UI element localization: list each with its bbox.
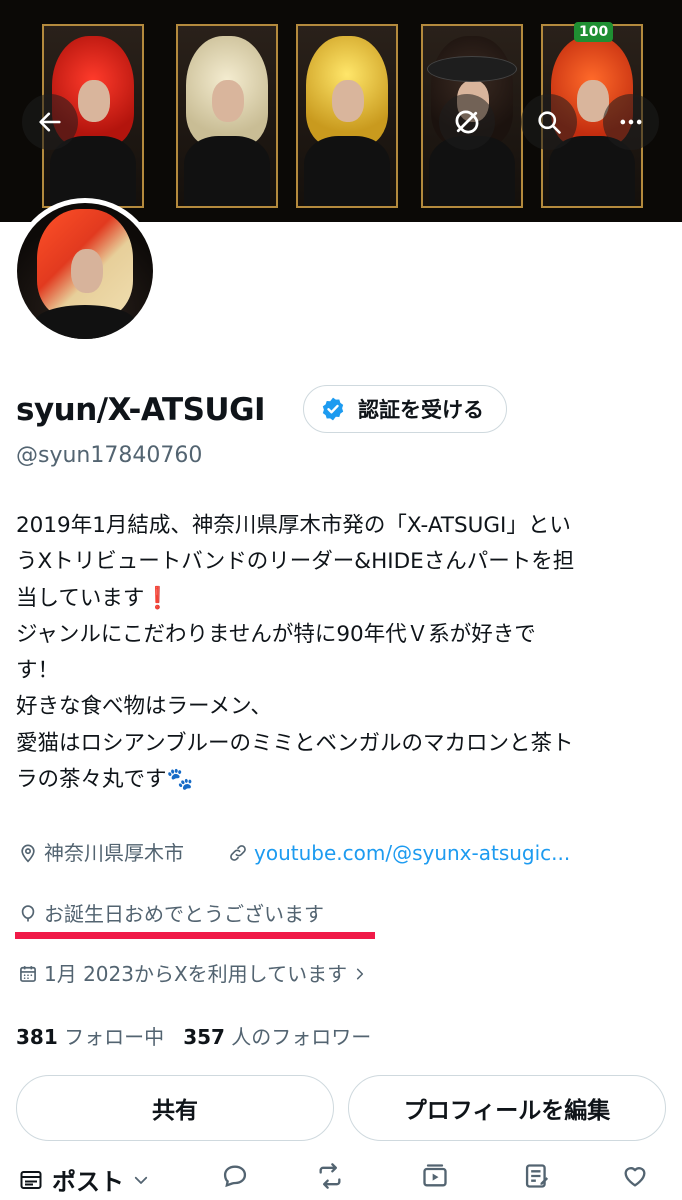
repost-icon: [319, 1163, 341, 1189]
share-button[interactable]: 共有: [16, 1075, 334, 1141]
tab-likes[interactable]: [620, 1162, 650, 1190]
bio-line: す！: [16, 658, 60, 684]
chevron-down-icon: [134, 1176, 148, 1184]
tab-media[interactable]: [420, 1162, 450, 1190]
banner-badge: 100: [574, 22, 614, 42]
location-row: 神奈川県厚木市: [18, 838, 184, 868]
website-row[interactable]: youtube.com/@syunx-atsugic...: [228, 838, 570, 868]
location-pin-icon: [21, 844, 35, 863]
birthday-row: お誕生日おめでとうございます: [18, 899, 324, 929]
bio-line: うXトリビュートバンドのリーダー&HIDEさんパートを担: [16, 549, 575, 575]
search-icon: [538, 111, 561, 134]
following-label: フォロー中: [64, 1025, 165, 1049]
profile-banner[interactable]: 100: [0, 0, 682, 222]
bio-line-with-emoji: ラの茶々丸です🐾: [16, 762, 666, 798]
bio-line: 愛猫はロシアンブルーのミミとベンガルのマカロンと茶ト: [16, 730, 574, 756]
tab-posts[interactable]: ポスト: [18, 1162, 150, 1197]
joined-row[interactable]: 1月 2023からXを利用しています: [18, 959, 367, 989]
media-icon: [423, 1164, 447, 1187]
following-link[interactable]: 381 フォロー中: [16, 1025, 164, 1049]
profile-bio: 2019年1月結成、神奈川県厚木市発の「X-ATSUGI」とい うXトリビュート…: [16, 508, 666, 798]
followers-count: 357: [183, 1025, 225, 1049]
get-verified-button[interactable]: 認証を受ける: [303, 385, 507, 433]
bio-line-with-emoji: 当しています❗: [16, 581, 666, 617]
following-count: 381: [16, 1025, 58, 1049]
banner-photo-2: [176, 24, 278, 208]
website-link[interactable]: youtube.com/@syunx-atsugic...: [254, 838, 570, 868]
verified-badge-icon: [322, 397, 344, 421]
profile-name: syun/X-ATSUGI: [16, 392, 266, 428]
arrow-left-icon: [39, 112, 61, 132]
profile-handle: @syun17840760: [16, 443, 203, 468]
profile-tab-bar: ポスト: [0, 1160, 682, 1200]
followers-link[interactable]: 357 人のフォロワー: [183, 1025, 371, 1049]
banner-photo-3: [296, 24, 398, 208]
location-text: 神奈川県厚木市: [44, 841, 184, 865]
paw-emoji: 🐾: [166, 767, 194, 793]
profile-avatar[interactable]: [12, 198, 158, 344]
heart-icon: [624, 1167, 646, 1187]
bio-line: ラの茶々丸です: [16, 767, 167, 793]
tab-posts-label: ポスト: [52, 1168, 124, 1196]
search-button[interactable]: [521, 94, 577, 150]
joined-text: 1月 2023からXを利用しています: [44, 962, 348, 986]
bio-line: ジャンルにこだわりませんが特に90年代Ｖ系が好きで: [16, 621, 536, 647]
birthday-text: お誕生日おめでとうございます: [44, 902, 324, 926]
more-icon: [620, 119, 642, 125]
follow-counts: 381 フォロー中 357 人のフォロワー: [16, 1022, 371, 1052]
article-icon: [525, 1164, 549, 1188]
edit-profile-button[interactable]: プロフィールを編集: [348, 1075, 666, 1141]
calendar-icon: [20, 966, 36, 982]
tab-articles[interactable]: [522, 1162, 552, 1190]
highlight-underline: [15, 932, 375, 939]
sync-toggle-button[interactable]: [439, 94, 495, 150]
bio-line: 当しています: [16, 585, 145, 611]
link-icon: [230, 845, 246, 861]
followers-label: 人のフォロワー: [231, 1025, 372, 1049]
bio-line: 2019年1月結成、神奈川県厚木市発の「X-ATSUGI」とい: [16, 513, 571, 538]
sync-off-icon: [455, 110, 479, 134]
exclamation-emoji: ❗: [144, 585, 172, 611]
tab-reposts[interactable]: [315, 1162, 345, 1190]
posts-icon: [20, 1170, 42, 1189]
more-button[interactable]: [603, 94, 659, 150]
reply-icon: [223, 1165, 247, 1188]
bio-line: 好きな食べ物はラーメン、: [16, 694, 272, 720]
chevron-right-icon: [357, 968, 364, 980]
balloon-icon: [21, 905, 35, 922]
get-verified-label: 認証を受ける: [358, 398, 484, 422]
tab-replies[interactable]: [220, 1162, 250, 1190]
back-button[interactable]: [22, 94, 78, 150]
